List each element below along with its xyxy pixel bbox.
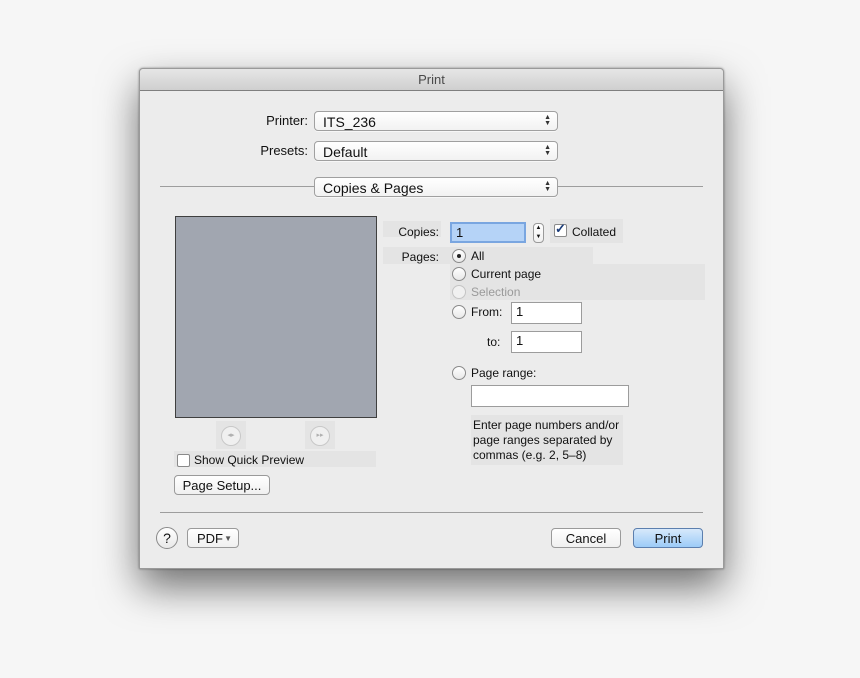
radio-all[interactable]: [452, 249, 466, 263]
cancel-button[interactable]: Cancel: [551, 528, 621, 548]
updown-arrows-icon: ▲ ▼: [544, 144, 551, 157]
presets-value: Default: [323, 144, 368, 160]
printer-value: ITS_236: [323, 114, 376, 130]
presets-popup[interactable]: Default ▲ ▼: [314, 141, 558, 161]
from-input[interactable]: 1: [511, 302, 582, 324]
radio-current-page-label: Current page: [471, 267, 542, 281]
radio-selection-label: Selection: [471, 285, 521, 299]
page-range-input[interactable]: [471, 385, 629, 407]
radio-from[interactable]: [452, 305, 466, 319]
to-label: to:: [487, 335, 501, 349]
radio-selection: [452, 285, 466, 299]
section-value: Copies & Pages: [323, 180, 424, 196]
previous-page-icon[interactable]: ◂▸: [221, 426, 241, 446]
radio-page-range-label: Page range:: [471, 366, 537, 380]
presets-label: Presets:: [260, 143, 308, 158]
collated-checkbox[interactable]: ✓: [554, 221, 567, 237]
print-button[interactable]: Print: [633, 528, 703, 548]
window-title: Print: [140, 69, 723, 91]
radio-page-range[interactable]: [452, 366, 466, 380]
page-preview: [175, 216, 377, 418]
page-range-hint: Enter page numbers and/or page ranges se…: [473, 418, 619, 463]
pdf-menu-button[interactable]: PDF ▼: [187, 528, 239, 548]
checkmark-icon: ✓: [555, 221, 566, 236]
next-page-icon[interactable]: ▸▸: [310, 426, 330, 446]
copies-stepper[interactable]: ▲ ▼: [533, 223, 544, 243]
printer-label: Printer:: [266, 113, 308, 128]
hint-line: commas (e.g. 2, 5–8): [473, 448, 587, 462]
separator: [558, 186, 703, 187]
copies-label: Copies:: [398, 225, 439, 239]
dropdown-arrow-icon: ▼: [224, 534, 232, 543]
pdf-label: PDF: [197, 531, 223, 546]
show-quick-preview-label: Show Quick Preview: [194, 453, 305, 467]
radio-current-page[interactable]: [452, 267, 466, 281]
separator: [160, 186, 314, 187]
to-input[interactable]: 1: [511, 331, 582, 353]
help-button[interactable]: ?: [156, 527, 178, 549]
updown-arrows-icon: ▲ ▼: [544, 180, 551, 193]
separator: [160, 512, 703, 513]
updown-arrows-icon: ▲ ▼: [544, 114, 551, 127]
collated-label: Collated: [572, 225, 617, 239]
radio-from-label: From:: [471, 305, 503, 319]
section-popup[interactable]: Copies & Pages ▲ ▼: [314, 177, 558, 197]
show-quick-preview-checkbox[interactable]: [177, 454, 190, 467]
printer-popup[interactable]: ITS_236 ▲ ▼: [314, 111, 558, 131]
page-setup-button[interactable]: Page Setup...: [174, 475, 270, 495]
hint-line: Enter page numbers and/or: [473, 418, 620, 432]
radio-all-label: All: [471, 249, 485, 263]
hint-line: page ranges separated by: [473, 433, 613, 447]
print-dialog: Print Printer: ITS_236 ▲ ▼ Presets: Defau…: [139, 68, 724, 569]
pages-label: Pages:: [401, 250, 439, 264]
copies-input[interactable]: 1: [450, 222, 526, 243]
